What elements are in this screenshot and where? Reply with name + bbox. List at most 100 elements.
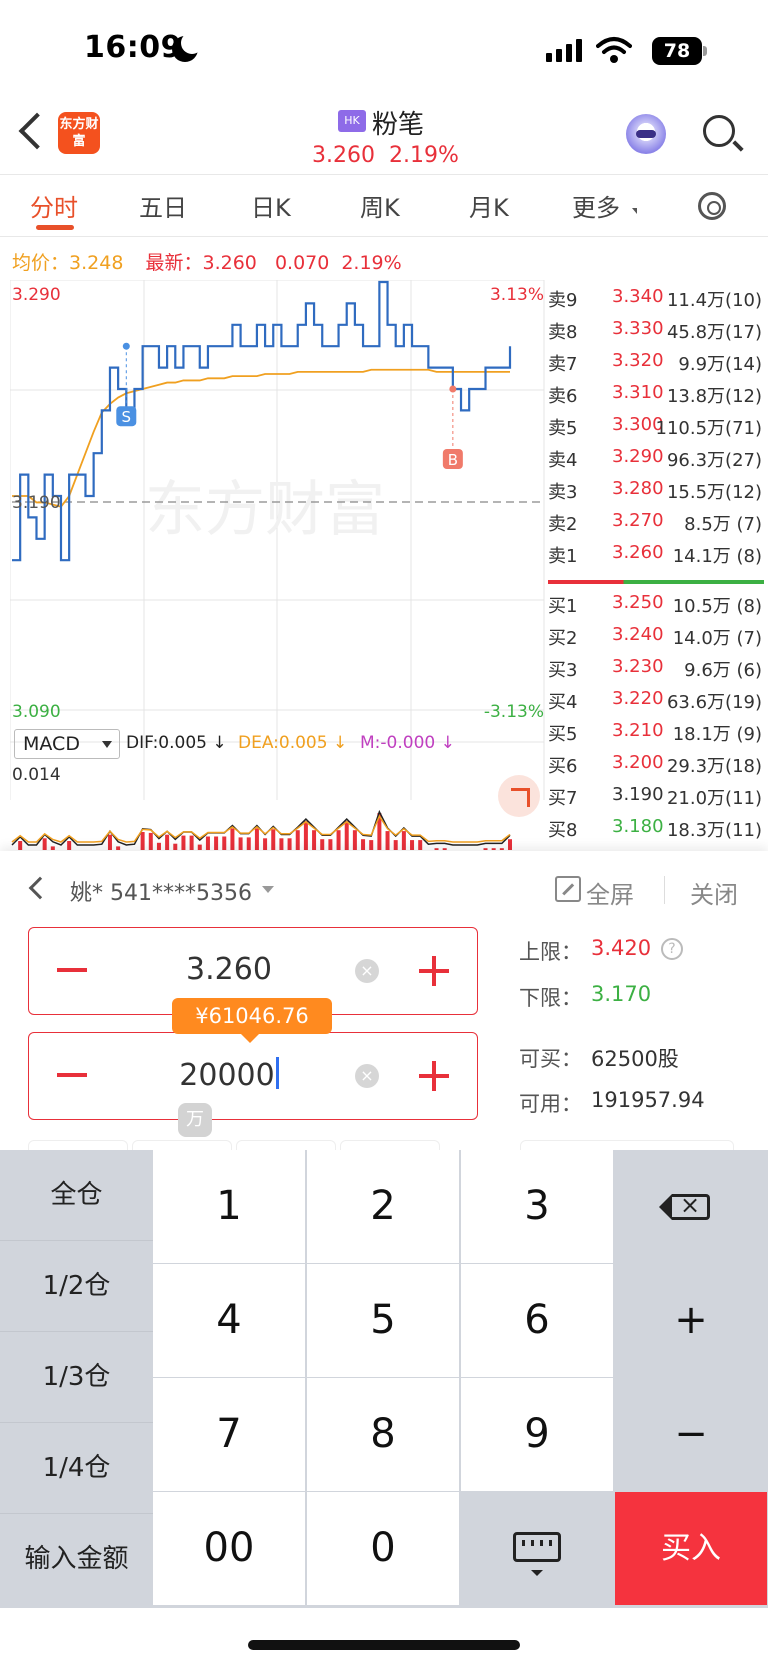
pct-max-label: 3.13% bbox=[490, 285, 544, 305]
expand-chart-icon[interactable] bbox=[498, 775, 540, 817]
macd-bar bbox=[230, 828, 235, 850]
macd-bar bbox=[483, 848, 488, 850]
tab-five-day[interactable]: 五日 bbox=[139, 188, 187, 223]
macd-bar bbox=[442, 848, 447, 850]
bid-ask-ratio-bar bbox=[548, 580, 764, 584]
position-half-key[interactable]: 1/2仓 bbox=[0, 1241, 153, 1332]
bid-level-volume: 63.6万(19) bbox=[666, 692, 762, 713]
ask-level-row[interactable]: 卖4 3.290 96.3万(27) bbox=[548, 446, 768, 478]
key-00[interactable]: 00 bbox=[153, 1492, 305, 1605]
tab-daily-k[interactable]: 日K bbox=[251, 188, 291, 223]
account-dropdown-icon[interactable] bbox=[262, 886, 274, 893]
key-3[interactable]: 3 bbox=[461, 1150, 613, 1263]
app-logo[interactable]: 东方财富 bbox=[58, 112, 100, 154]
intraday-chart[interactable]: 东方财富 S B 3.290 3.190 3.090 3.13% -3.13% 0… bbox=[10, 280, 546, 850]
price-decrease-button[interactable] bbox=[57, 968, 87, 972]
quantity-increase-button[interactable] bbox=[419, 1061, 449, 1091]
position-third-key[interactable]: 1/3仓 bbox=[0, 1332, 153, 1423]
key-6[interactable]: 6 bbox=[461, 1264, 613, 1377]
stock-price: 3.260 bbox=[312, 143, 375, 168]
price-clear-icon[interactable]: × bbox=[355, 959, 379, 983]
hide-keyboard-key[interactable] bbox=[461, 1492, 613, 1605]
key-0[interactable]: 0 bbox=[307, 1492, 459, 1605]
minus-key[interactable]: − bbox=[615, 1378, 767, 1491]
macd-bar bbox=[205, 836, 210, 850]
bid-level-row[interactable]: 买1 3.250 10.5万 (8) bbox=[548, 592, 768, 624]
close-button[interactable]: 关闭 bbox=[690, 875, 738, 910]
quantity-clear-icon[interactable]: × bbox=[355, 1064, 379, 1088]
ask-level-row[interactable]: 卖1 3.260 14.1万 (8) bbox=[548, 542, 768, 574]
bid-level-row[interactable]: 买5 3.210 18.1万 (9) bbox=[548, 720, 768, 752]
key-5[interactable]: 5 bbox=[307, 1264, 459, 1377]
backspace-key[interactable] bbox=[615, 1150, 767, 1263]
enter-amount-key[interactable]: 输入金额 bbox=[0, 1514, 153, 1605]
macd-bar bbox=[173, 843, 178, 850]
macd-bar bbox=[246, 837, 251, 850]
bid-level-label: 买1 bbox=[548, 596, 578, 617]
active-tab-indicator bbox=[36, 225, 74, 230]
key-8[interactable]: 8 bbox=[307, 1378, 459, 1491]
fullscreen-icon[interactable] bbox=[555, 876, 581, 902]
fullscreen-button[interactable]: 全屏 bbox=[586, 875, 634, 910]
bid-level-label: 买7 bbox=[548, 788, 578, 809]
tab-intraday[interactable]: 分时 bbox=[30, 188, 78, 223]
ask-level-label: 卖3 bbox=[548, 482, 578, 503]
plus-key[interactable]: + bbox=[615, 1264, 767, 1377]
macd-bar bbox=[140, 832, 145, 850]
trade-marker-dot bbox=[122, 342, 130, 350]
assistant-robot-icon[interactable] bbox=[626, 114, 666, 154]
position-quarter-key[interactable]: 1/4仓 bbox=[0, 1423, 153, 1514]
ask-level-row[interactable]: 卖8 3.330 45.8万(17) bbox=[548, 318, 768, 350]
ask-level-row[interactable]: 卖6 3.310 13.8万(12) bbox=[548, 382, 768, 414]
macd-bar bbox=[385, 831, 390, 850]
key-7[interactable]: 7 bbox=[153, 1378, 305, 1491]
lower-limit-value: 3.170 bbox=[591, 982, 652, 1006]
stock-name: 粉笔 bbox=[372, 110, 425, 140]
ask-level-row[interactable]: 卖2 3.270 8.5万 (7) bbox=[548, 510, 768, 542]
search-icon[interactable] bbox=[703, 115, 735, 147]
panel-separator bbox=[664, 876, 665, 904]
help-icon[interactable]: ? bbox=[661, 938, 683, 960]
macd-bar bbox=[320, 839, 325, 850]
text-cursor bbox=[275, 1057, 279, 1089]
tab-monthly-k[interactable]: 月K bbox=[469, 188, 509, 223]
key-4[interactable]: 4 bbox=[153, 1264, 305, 1377]
key-1[interactable]: 1 bbox=[153, 1150, 305, 1263]
ask-level-price: 3.310 bbox=[612, 382, 664, 403]
ask-level-label: 卖8 bbox=[548, 322, 578, 343]
macd-bar bbox=[361, 839, 366, 850]
quantity-input[interactable]: 20000 bbox=[129, 1057, 329, 1093]
y-min-label: 3.090 bbox=[12, 702, 61, 722]
position-full-key[interactable]: 全仓 bbox=[0, 1150, 153, 1241]
bid-level-row[interactable]: 买4 3.220 63.6万(19) bbox=[548, 688, 768, 720]
price-input[interactable]: 3.260 bbox=[129, 952, 329, 987]
price-increase-button[interactable] bbox=[419, 956, 449, 986]
buy-button[interactable]: 买入 bbox=[615, 1492, 767, 1605]
tab-more[interactable]: 更多 bbox=[572, 188, 620, 223]
bid-level-row[interactable]: 买2 3.240 14.0万 (7) bbox=[548, 624, 768, 656]
key-2[interactable]: 2 bbox=[307, 1150, 459, 1263]
key-9[interactable]: 9 bbox=[461, 1378, 613, 1491]
bid-level-row[interactable]: 买3 3.230 9.6万 (6) bbox=[548, 656, 768, 688]
ask-level-price: 3.280 bbox=[612, 478, 664, 499]
bid-level-row[interactable]: 买7 3.190 21.0万(11) bbox=[548, 784, 768, 816]
bid-level-row[interactable]: 买6 3.200 29.3万(18) bbox=[548, 752, 768, 784]
ask-level-row[interactable]: 卖3 3.280 15.5万(12) bbox=[548, 478, 768, 510]
account-selector[interactable]: 姚* 541****5356 bbox=[70, 875, 252, 907]
back-icon[interactable] bbox=[18, 112, 56, 150]
ask-level-row[interactable]: 卖9 3.340 11.4万(10) bbox=[548, 286, 768, 318]
tab-weekly-k[interactable]: 周K bbox=[360, 188, 400, 223]
ask-level-row[interactable]: 卖5 3.300 110.5万(71) bbox=[548, 414, 768, 446]
quantity-decrease-button[interactable] bbox=[57, 1073, 87, 1077]
bid-level-row[interactable]: 买8 3.180 18.3万(11) bbox=[548, 816, 768, 848]
ask-level-price: 3.330 bbox=[612, 318, 664, 339]
can-buy-value: 62500股 bbox=[591, 1047, 679, 1071]
bid-level-label: 买5 bbox=[548, 724, 578, 745]
settings-gear-icon[interactable] bbox=[698, 192, 726, 220]
macd-dif: DIF:0.005 ↓ bbox=[126, 733, 227, 753]
ask-level-row[interactable]: 卖7 3.320 9.9万(14) bbox=[548, 350, 768, 382]
wifi-icon bbox=[596, 37, 632, 63]
ask-level-label: 卖6 bbox=[548, 386, 578, 407]
bid-level-price: 3.200 bbox=[612, 752, 664, 773]
pct-min-label: -3.13% bbox=[484, 702, 544, 722]
